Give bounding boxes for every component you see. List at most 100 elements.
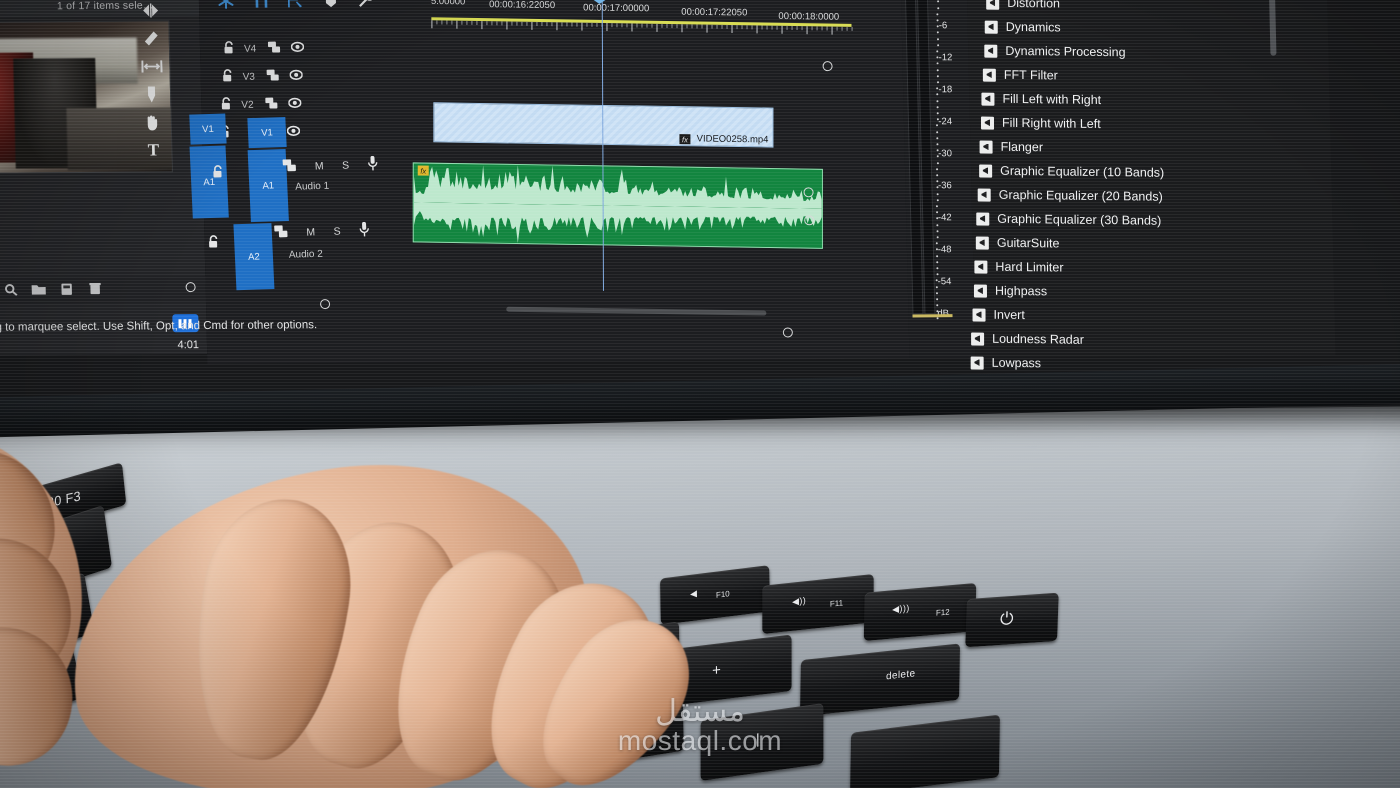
mute-track-button[interactable]: M [315, 160, 325, 172]
add-marker-icon[interactable] [322, 0, 340, 9]
tools-palette[interactable]: T [132, 0, 176, 199]
screenshot-root: 1 of 17 items sele… 4:01 T 5:00000 00:00… [0, 0, 1400, 788]
toggle-track-output-icon[interactable] [286, 125, 301, 139]
ripple-edit-tool-icon[interactable] [137, 0, 164, 23]
audio-meter-tick [936, 223, 939, 226]
audio-meter-tick [936, 81, 939, 84]
target-track-a2[interactable]: A2 [233, 223, 275, 291]
pen-tool-icon[interactable] [139, 82, 166, 106]
lock-icon[interactable] [222, 69, 232, 85]
mute-track-button[interactable]: M [306, 226, 316, 238]
effects-list-item-label: Highpass [994, 283, 1047, 299]
audio-meter-baseline [912, 314, 953, 318]
project-panel[interactable]: 1 of 17 items sele… 4:01 [0, 0, 209, 356]
power-button[interactable]: ⏻ [965, 592, 1059, 648]
audio-meter-tick [936, 31, 939, 34]
audio-meter-tick [936, 62, 939, 65]
audio-meter-tick-label: -54 [937, 276, 952, 288]
audio-effect-icon [985, 0, 1000, 10]
linked-selection-icon[interactable] [252, 0, 270, 10]
delete-icon[interactable] [88, 282, 103, 296]
toggle-sync-lock-icon[interactable] [267, 41, 281, 56]
audio-meter-tick-label: -6 [938, 20, 948, 32]
timeline-tracks[interactable]: V4 V3 V2 V1 V1 A1 A1 A2 M S Audio 1 M S … [185, 0, 908, 338]
effects-list[interactable]: DeHummerDelayDistortionDynamicsDynamics … [970, 0, 1328, 378]
clip-edge-handle[interactable] [822, 61, 833, 72]
effects-list-item-label: Dynamics [1005, 19, 1061, 35]
solo-track-button[interactable]: S [342, 160, 350, 172]
search-icon[interactable] [3, 284, 18, 297]
lock-icon[interactable] [213, 165, 223, 181]
source-patch-v1-left[interactable]: V1 [189, 113, 227, 145]
timeline-horizontal-scrollbar[interactable] [506, 306, 767, 316]
effects-list-item-label: Hard Limiter [995, 259, 1064, 275]
new-bin-icon[interactable] [31, 283, 46, 296]
type-tool-icon[interactable]: T [140, 138, 167, 162]
track-controls-a2[interactable]: M S [274, 221, 370, 243]
audio-meter-tick [936, 99, 939, 102]
slip-tool-icon[interactable] [138, 54, 165, 78]
toggle-sync-lock-icon[interactable] [274, 225, 289, 241]
track-header-v2[interactable]: V2 [221, 89, 302, 120]
toggle-track-output-icon[interactable] [288, 97, 302, 111]
effects-list-item-label: Fill Right with Left [1001, 115, 1101, 132]
track-toggle-knob[interactable] [319, 299, 331, 310]
lock-icon[interactable] [221, 97, 231, 113]
audio-effect-icon [979, 140, 993, 154]
track-header-a1[interactable] [213, 158, 224, 188]
audio-meter-tick [936, 174, 939, 177]
audio-effect-icon [975, 235, 989, 250]
effects-list-item-label: Invert [993, 307, 1025, 323]
audio-meter-tick [936, 6, 939, 9]
toggle-sync-lock-icon[interactable] [265, 97, 278, 112]
lock-icon[interactable] [208, 235, 218, 251]
lock-icon[interactable] [224, 41, 234, 57]
audio-meters-panel[interactable]: 0-6-12-18-24-30-36-42-48-54dB [900, 0, 976, 359]
ruler-label: 00:00:16:22050 [489, 0, 556, 12]
audio-meter-tick [936, 106, 939, 109]
new-item-icon[interactable] [60, 283, 75, 296]
hand-tool-icon[interactable] [139, 110, 166, 134]
track-name-label: V2 [241, 99, 254, 111]
key-label: delete [885, 668, 916, 683]
waveform-channel-2 [413, 202, 822, 248]
mic-icon[interactable] [367, 155, 378, 174]
playhead-line[interactable] [601, 0, 604, 291]
effects-panel[interactable]: DeHummerDelayDistortionDynamicsDynamics … [966, 0, 1336, 370]
timeline-toolbar[interactable] [217, 0, 375, 10]
timeline-settings-icon[interactable] [357, 0, 375, 9]
toggle-sync-lock-icon[interactable] [282, 159, 297, 175]
toggle-track-output-icon[interactable] [290, 41, 305, 55]
solo-track-button[interactable]: S [333, 226, 341, 238]
key-label: + [712, 661, 722, 680]
power-icon: ⏻ [999, 608, 1015, 629]
effects-list-item-label: Loudness Radar [992, 331, 1085, 347]
track-toggle-knob[interactable] [185, 282, 196, 293]
timeline-clip-video[interactable]: fx VIDEO0258.mp4 [433, 102, 774, 148]
clip-edge-handle[interactable] [782, 327, 793, 338]
track-controls-a1[interactable]: M S [282, 155, 378, 177]
timeline-clip-audio[interactable]: fx [412, 162, 823, 249]
clip-edge-handle[interactable] [804, 215, 815, 226]
audio-meter-tick [936, 13, 939, 16]
toggle-track-output-icon[interactable] [289, 69, 303, 83]
audio-meter-tick-label: -42 [937, 212, 952, 224]
timeline-ruler[interactable]: 5:00000 00:00:16:22050 00:00:17:00000 00… [431, 0, 853, 35]
track-header-v3[interactable]: V3 [222, 61, 303, 92]
track-header-a2[interactable] [208, 228, 219, 258]
snap-icon[interactable] [217, 0, 235, 10]
timeline-panel[interactable]: 00:00:17:02968 [185, 0, 910, 365]
toggle-sync-lock-icon[interactable] [266, 69, 280, 84]
clip-edge-handle[interactable] [803, 187, 814, 198]
waveform-channel-1 [413, 163, 822, 209]
razor-tool-icon[interactable] [137, 26, 164, 50]
key-f12[interactable]: ◀))) F12 [863, 582, 977, 642]
mic-icon[interactable] [359, 221, 370, 240]
audio-meter-tick [936, 230, 939, 233]
key-label: F10 [715, 589, 730, 600]
ruler-label: 00:00:17:22050 [681, 6, 748, 19]
audio-effect-icon [972, 307, 986, 322]
target-track-v1[interactable]: V1 [247, 117, 287, 149]
marker-icon[interactable] [287, 0, 305, 9]
track-header-v4[interactable]: V4 [224, 33, 305, 64]
